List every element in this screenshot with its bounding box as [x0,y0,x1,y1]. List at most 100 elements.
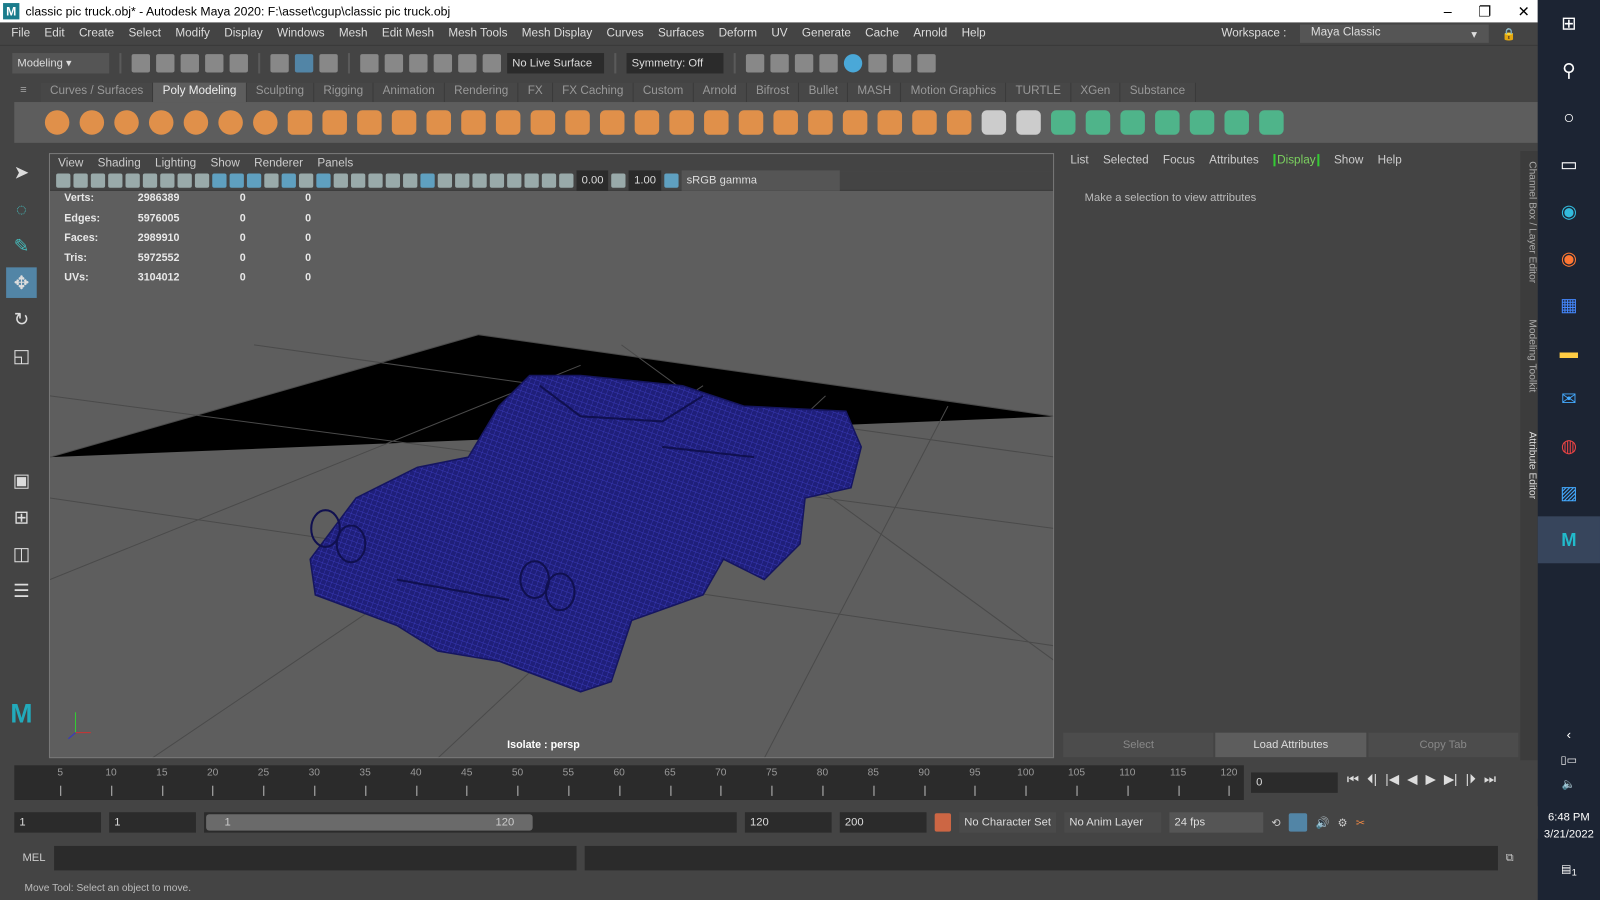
viewport-tool-3-icon[interactable] [108,173,123,188]
network-icon[interactable]: ▯▭ [1538,753,1600,766]
uv-checker-icon[interactable] [1259,110,1284,135]
svg-icon[interactable] [391,110,417,135]
viewport-tool-17-icon[interactable] [351,173,366,188]
menu-mesh-tools[interactable]: Mesh Tools [448,28,507,40]
center-pivot-icon[interactable] [461,110,486,135]
menu-curves[interactable]: Curves [607,28,644,40]
clock-time[interactable]: 6:48 PM [1538,811,1600,823]
tab-mash[interactable]: MASH [848,82,902,103]
smooth-icon[interactable] [634,110,660,135]
tab-bifrost[interactable]: Bifrost [746,82,800,103]
select-object-icon[interactable] [294,54,314,73]
windows-start-icon[interactable]: ⊞ [1538,0,1600,47]
viewport-tool-20-icon[interactable] [403,173,418,188]
viewport-tool-7-icon[interactable] [177,173,192,188]
playback-end-field[interactable]: 120 [744,812,832,833]
type-icon[interactable] [357,110,382,135]
viewport-menu-shading[interactable]: Shading [98,157,141,169]
single-view-layout-icon[interactable]: ▣ [6,465,37,496]
menu-create[interactable]: Create [79,28,114,40]
tab-attribute-editor[interactable]: Attribute Editor [1520,432,1538,500]
four-view-layout-icon[interactable]: ⊞ [6,502,37,533]
viewport-tool-12-icon[interactable] [264,173,279,188]
close-button[interactable]: ✕ [1518,0,1530,22]
viewport-tool-26-icon[interactable] [507,173,522,188]
tab-fx[interactable]: FX [518,82,553,103]
render-settings-icon[interactable] [819,54,838,73]
viewport-tool-4-icon[interactable] [125,173,140,188]
tab-curves-surfaces[interactable]: Curves / Surfaces [40,82,154,103]
viewport-tool-5-icon[interactable] [142,173,158,188]
light-editor-icon[interactable] [892,54,912,73]
two-view-layout-icon[interactable]: ◫ [6,539,37,570]
tab-xgen[interactable]: XGen [1071,82,1121,103]
paint-select-tool-icon[interactable]: ✎ [6,231,37,262]
menu-mesh-display[interactable]: Mesh Display [522,28,592,40]
lock-icon[interactable]: 🔒 [1502,27,1517,41]
viewport-tool-10-icon[interactable] [229,173,244,188]
poly-torus-icon[interactable] [183,110,209,135]
go-to-end-icon[interactable]: ⏭ [1484,771,1496,787]
maya-taskbar-icon[interactable]: M [1537,516,1600,564]
copy-tab-button[interactable]: Copy Tab [1368,732,1519,758]
menu-help[interactable]: Help [962,28,986,40]
viewport-tool-14-icon[interactable] [298,173,314,188]
viewport-menu-show[interactable]: Show [210,157,239,169]
rotate-tool-icon[interactable]: ↻ [6,304,37,335]
tab-custom[interactable]: Custom [633,82,694,103]
fps-select[interactable]: 24 fps [1169,812,1264,833]
boolean-icon[interactable] [808,110,833,135]
freeze-icon[interactable] [495,110,521,135]
measure-icon[interactable] [426,110,452,135]
move-tool-icon[interactable]: ✥ [6,267,37,298]
current-frame-field[interactable]: 0 [1251,772,1338,793]
tab-fx-caching[interactable]: FX Caching [552,82,634,103]
maximize-button[interactable]: ❐ [1478,0,1491,22]
new-scene-icon[interactable] [131,54,150,73]
channel-menu-display[interactable]: Display [1273,154,1320,167]
viewport-tool-16-icon[interactable] [333,173,348,188]
cortana-icon[interactable]: ○ [1538,94,1600,141]
menu-file[interactable]: File [11,28,30,40]
viewport-tool-8-icon[interactable] [194,173,210,188]
viewport-menu-lighting[interactable]: Lighting [155,157,196,169]
mel-label[interactable]: MEL [22,852,45,864]
select-tool-icon[interactable]: ➤ [6,157,37,188]
show-hidden-icons[interactable]: ‹ [1538,727,1600,742]
menu-arnold[interactable]: Arnold [913,28,947,40]
menu-cache[interactable]: Cache [865,28,899,40]
search-icon[interactable]: ⚲ [1538,47,1600,94]
color-management-icon[interactable] [664,173,679,188]
menu-display[interactable]: Display [224,28,262,40]
character-set-select[interactable]: No Character Set [959,812,1057,833]
tab-arnold[interactable]: Arnold [693,82,747,103]
super-shape-icon[interactable] [322,110,347,135]
save-scene-icon[interactable] [180,54,199,73]
bevel-icon[interactable] [773,110,798,135]
viewport-menu-view[interactable]: View [58,157,83,169]
uv-unfold-icon[interactable] [1189,110,1215,135]
channel-menu-focus[interactable]: Focus [1163,154,1195,166]
bridge-icon[interactable] [704,110,729,135]
mel-input[interactable] [53,845,577,871]
mail-icon[interactable]: ✉ [1538,376,1600,423]
tab-rendering[interactable]: Rendering [444,82,519,103]
render-view-icon[interactable] [745,54,765,73]
menu-uv[interactable]: UV [771,28,787,40]
viewport-tool-15-icon[interactable] [316,173,331,188]
load-attributes-button[interactable]: Load Attributes [1215,732,1366,758]
multi-cut-icon[interactable] [946,110,972,135]
animation-start-field[interactable]: 1 [14,812,102,833]
select-button[interactable]: Select [1063,732,1214,758]
play-forward-icon[interactable]: ▶ [1425,771,1435,787]
poly-cylinder-icon[interactable] [114,110,139,135]
outliner-layout-icon[interactable]: ☰ [6,576,37,607]
open-scene-icon[interactable] [156,54,175,73]
script-editor-icon[interactable]: ⧉ [1506,852,1514,865]
menu-set-select[interactable]: Modeling ▾ [12,53,110,74]
viewport-tool-28-icon[interactable] [541,173,557,188]
channel-menu-help[interactable]: Help [1378,154,1402,166]
step-forward-key-icon[interactable]: |⏵ [1466,771,1476,787]
tab-motion-graphics[interactable]: Motion Graphics [901,82,1007,103]
sound-icon[interactable]: 🔊 [1316,816,1330,829]
